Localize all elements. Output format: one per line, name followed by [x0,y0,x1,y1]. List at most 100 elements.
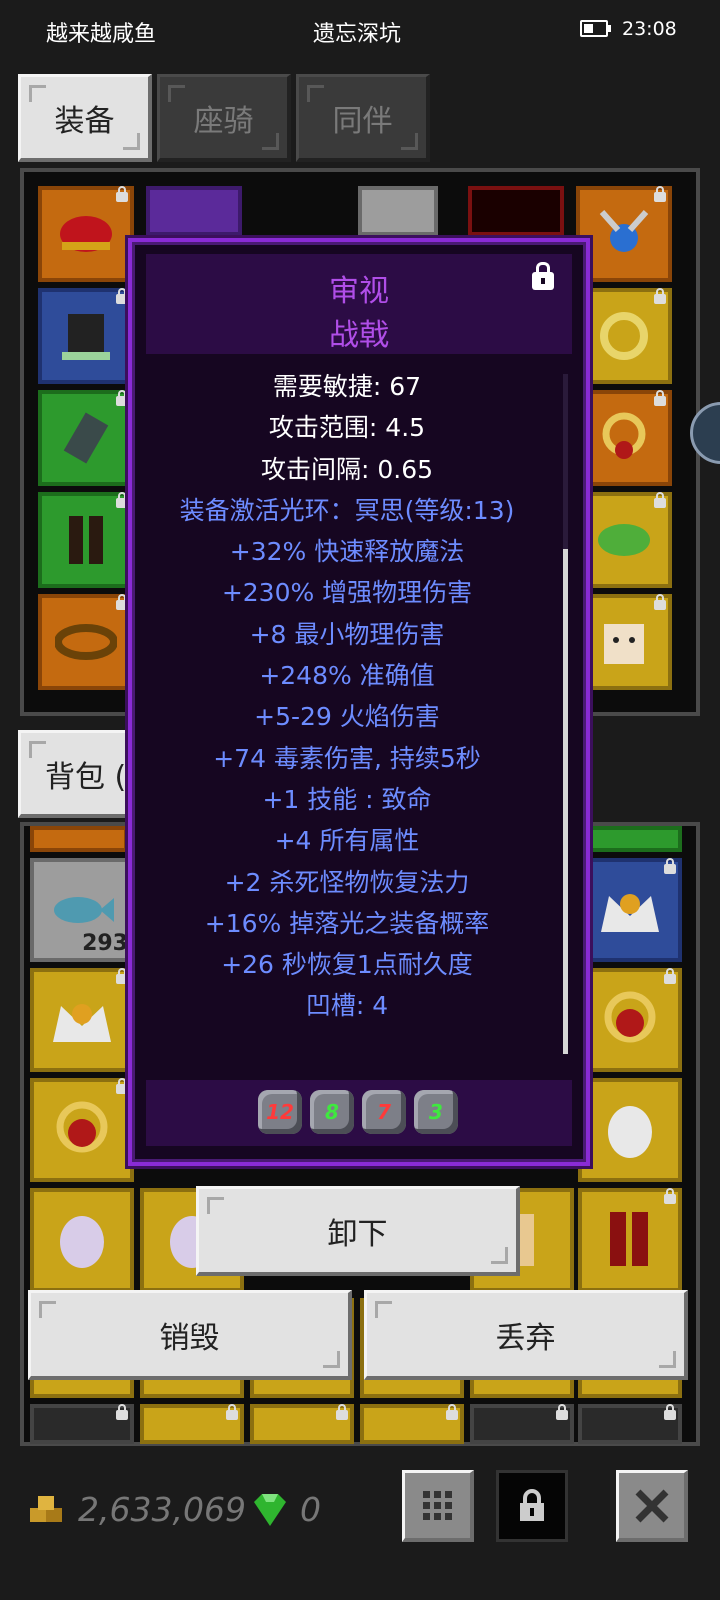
boots-icon [610,1212,648,1266]
egg-icon [60,1216,104,1268]
stat-line: 需要敏捷: 67 [272,372,422,401]
bag-slot[interactable] [140,1404,244,1444]
lock-icon[interactable] [532,262,554,290]
tab-mount[interactable]: 座骑 [157,74,291,162]
equip-slot-pet[interactable] [576,594,672,690]
bag-slot[interactable] [470,1404,574,1444]
bag-slot[interactable] [360,1404,464,1444]
lock-icon [116,288,128,304]
equip-slot-amulet[interactable] [576,186,672,282]
gem-amount: 0 [300,1490,321,1529]
lock-icon [664,968,676,984]
tab-companion[interactable]: 同伴 [296,74,430,162]
bag-slot[interactable] [250,1404,354,1444]
bag-slot[interactable] [580,826,682,852]
equip-slot-weapon[interactable] [146,186,242,236]
bag-slot[interactable] [30,1404,134,1444]
bag-slot-egg[interactable] [578,1078,682,1182]
gold-icon [30,1496,62,1522]
lock-icon [654,390,666,406]
lock-icon [226,1404,238,1420]
stat-line: +1 技能 : 致命 [262,784,432,814]
close-icon [635,1489,668,1522]
belt-icon [55,624,117,660]
bag-slot-ring[interactable] [578,968,682,1072]
lock-icon [116,186,128,202]
grid-view-button[interactable] [402,1470,474,1542]
lock-icon [116,594,128,610]
ring-icon [600,312,648,360]
stat-line: +5-29 火焰伤害 [254,702,440,732]
equip-slot-ring-2[interactable] [576,390,672,486]
crown-icon [601,894,659,932]
tab-bag[interactable]: 背包 ( [18,730,138,818]
equip-slot-boots[interactable] [38,492,134,588]
bag-slot-egg[interactable] [30,1188,134,1292]
stat-line: +230% 增强物理伤害 [221,578,473,608]
stat-line: +248% 准确值 [259,661,435,691]
gloves-icon [63,412,109,464]
item-stats: 需要敏捷: 67 攻击范围: 4.5 攻击间隔: 0.65 装备激活光环：冥思(… [132,366,562,1027]
battery-icon [580,20,611,37]
equip-slot-gloves[interactable] [38,390,134,486]
lock-icon [654,594,666,610]
destroy-button[interactable]: 销毁 [28,1290,352,1380]
tooltip-header: 审视 战戟 [146,254,572,354]
socket-gem: 7 [362,1090,406,1134]
unequip-button[interactable]: 卸下 [196,1186,520,1276]
equip-slot-ring[interactable] [468,186,564,236]
charm-icon [598,524,650,556]
lock-toggle-button[interactable] [496,1470,568,1542]
destroy-label: 销毁 [159,1320,220,1356]
ring-icon [602,412,646,459]
lock-icon [116,968,128,984]
equip-slot-helmet[interactable] [38,186,134,282]
amulet-icon [599,210,649,252]
clock: 23:08 [622,18,677,40]
equip-slot-belt[interactable] [38,594,134,690]
lock-icon [654,492,666,508]
tab-mount-label: 座骑 [193,103,254,139]
tab-companion-label: 同伴 [332,103,393,139]
helmet-icon [60,216,112,252]
stack-count: 293 [82,931,128,956]
socket-gem: 3 [414,1090,458,1134]
stat-line: +8 最小物理伤害 [249,619,445,649]
socket-gem: 12 [258,1090,302,1134]
boots-icon [69,516,103,564]
tab-bag-label: 背包 ( [45,759,127,795]
lock-icon [116,1404,128,1420]
fish-icon [54,897,114,923]
item-name: 战戟 [329,318,389,353]
ring-icon [604,991,656,1043]
bag-slot[interactable] [30,826,128,852]
item-tooltip: 审视 战戟 需要敏捷: 67 攻击范围: 4.5 攻击间隔: 0.65 装备激活… [128,238,590,1166]
close-button[interactable] [616,1470,688,1542]
gold-amount: 2,633,069 [78,1490,246,1529]
lock-icon [556,1404,568,1420]
crown-icon [53,1004,111,1042]
tab-equipment-label: 装备 [54,103,115,139]
tooltip-scrollbar[interactable] [563,374,568,1054]
lock-icon [446,1404,458,1420]
stat-line: +26 秒恢复1点耐久度 [221,950,473,980]
equip-slot-ring-1[interactable] [576,288,672,384]
discard-button[interactable]: 丢弃 [364,1290,688,1380]
bag-slot[interactable] [578,1404,682,1444]
equip-slot-offhand[interactable] [358,186,438,236]
bag-slot-fish[interactable]: 293 [30,858,134,962]
equip-slot-armor[interactable] [38,288,134,384]
grid-icon [422,1490,452,1520]
armor-icon [62,314,110,360]
scrollbar-thumb[interactable] [563,549,568,1054]
bag-slot-crown[interactable] [30,968,134,1072]
bag-slot-crown[interactable] [578,858,682,962]
bag-slot-ring[interactable] [30,1078,134,1182]
cat-icon [604,624,644,664]
tab-equipment[interactable]: 装备 [18,74,152,162]
lock-icon [664,858,676,874]
discard-label: 丢弃 [495,1320,556,1356]
bag-slot-boots[interactable] [578,1188,682,1292]
lock-icon [664,1404,676,1420]
equip-slot-charm[interactable] [576,492,672,588]
